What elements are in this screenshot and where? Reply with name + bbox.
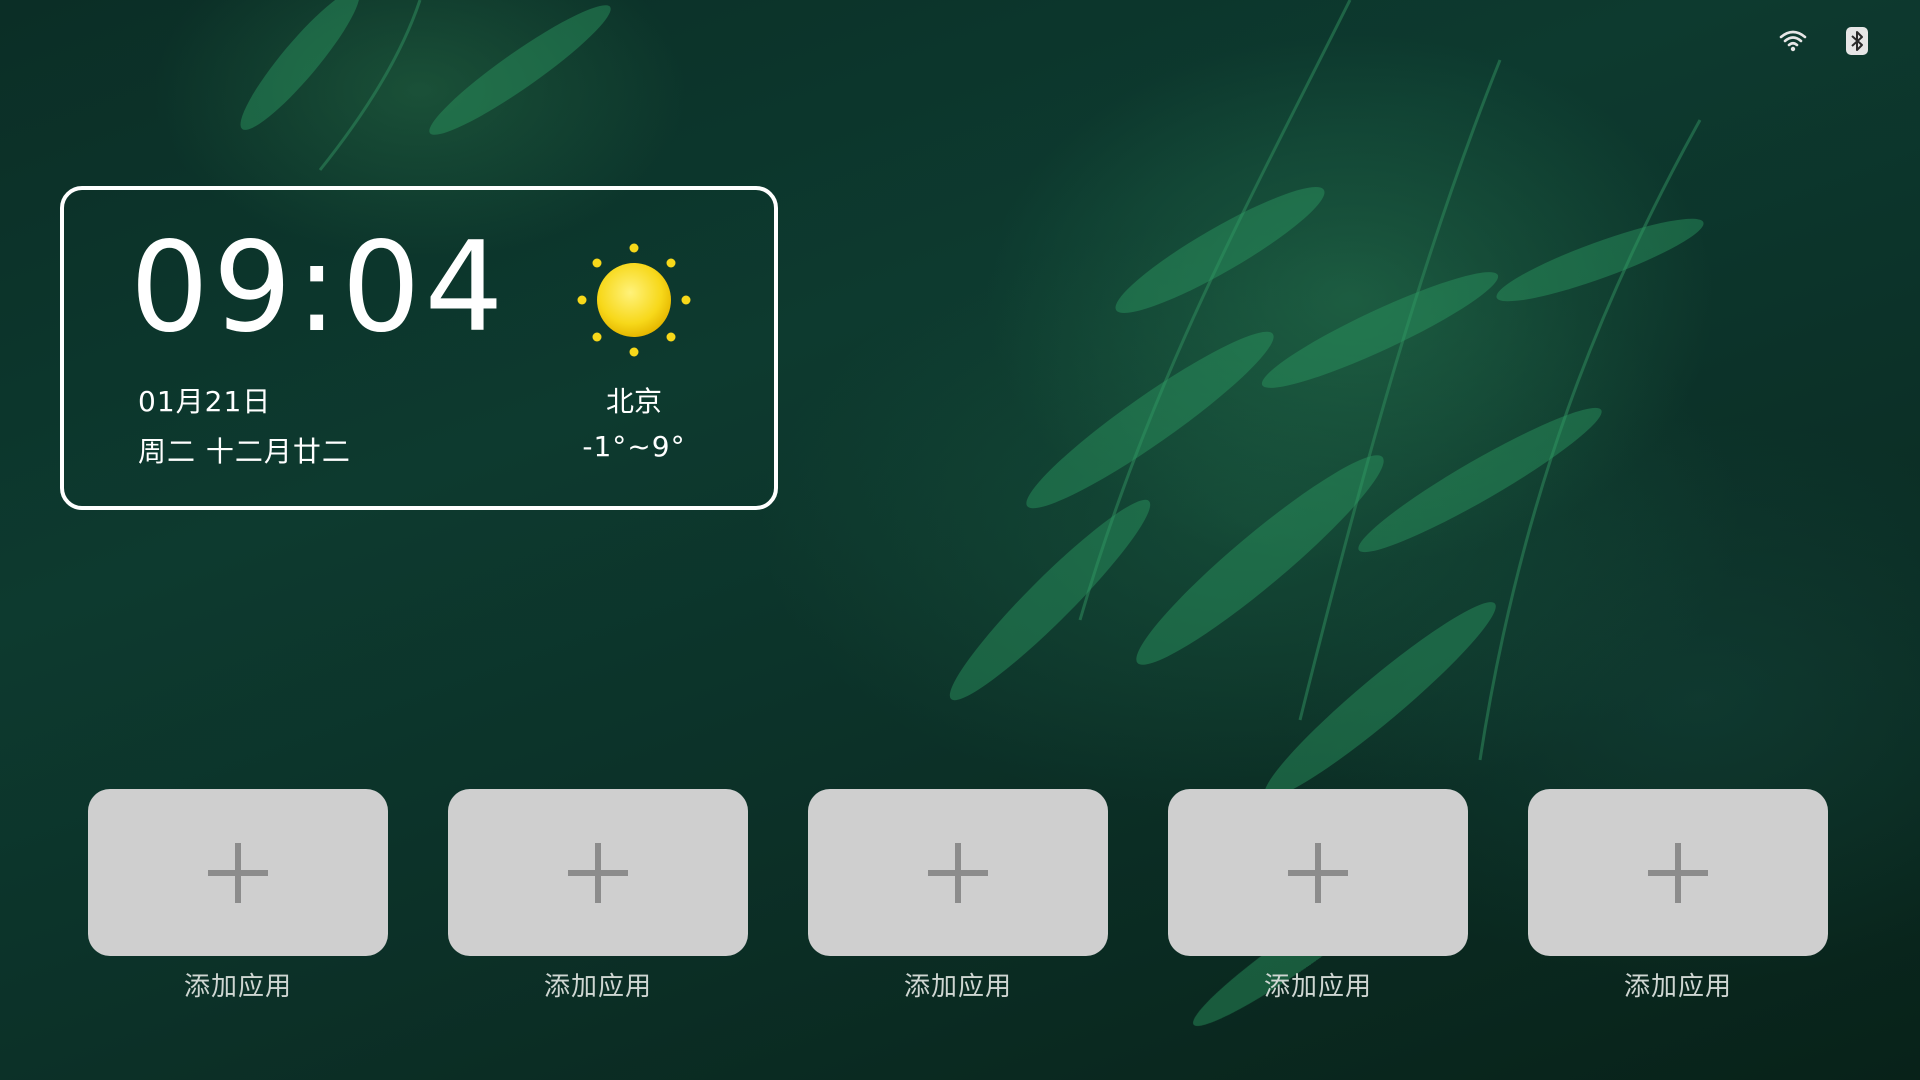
bluetooth-icon bbox=[1846, 27, 1868, 55]
weather-temperature: -1°~9° bbox=[582, 430, 686, 463]
add-app-button[interactable] bbox=[808, 789, 1108, 956]
app-slot: 添加应用 bbox=[1168, 789, 1468, 1003]
plus-icon bbox=[928, 842, 988, 903]
home-screen: 09:04 01月21日 周二 十二月廿二 北京 -1°~9° 添加应用 添加应… bbox=[0, 0, 1920, 1080]
app-slot: 添加应用 bbox=[88, 789, 388, 1003]
wifi-icon bbox=[1779, 30, 1807, 52]
sun-icon bbox=[577, 243, 691, 357]
weather-city: 北京 bbox=[605, 385, 662, 418]
add-app-label: 添加应用 bbox=[903, 972, 1012, 1002]
add-app-label: 添加应用 bbox=[1263, 972, 1372, 1002]
add-app-button[interactable] bbox=[88, 789, 388, 956]
add-app-label: 添加应用 bbox=[543, 972, 652, 1002]
clock-weather-card[interactable]: 09:04 01月21日 周二 十二月廿二 北京 -1°~9° bbox=[60, 186, 778, 510]
weekday-lunar-text: 周二 十二月廿二 bbox=[138, 435, 351, 468]
add-app-button[interactable] bbox=[1528, 789, 1828, 956]
plus-icon bbox=[568, 842, 628, 903]
clock-time: 09:04 bbox=[130, 216, 508, 360]
app-slot: 添加应用 bbox=[448, 789, 748, 1003]
plus-icon bbox=[208, 842, 268, 903]
status-bar bbox=[1778, 26, 1872, 56]
date-text: 01月21日 bbox=[138, 385, 272, 418]
add-app-label: 添加应用 bbox=[183, 972, 292, 1002]
plus-icon bbox=[1288, 842, 1348, 903]
app-slot: 添加应用 bbox=[1528, 789, 1828, 1003]
app-slot: 添加应用 bbox=[808, 789, 1108, 1003]
add-app-label: 添加应用 bbox=[1623, 972, 1732, 1002]
add-app-button[interactable] bbox=[448, 789, 748, 956]
app-shortcut-row: 添加应用 添加应用 添加应用 添加应用 添加应用 bbox=[88, 789, 1828, 1003]
plus-icon bbox=[1648, 842, 1708, 903]
add-app-button[interactable] bbox=[1168, 789, 1468, 956]
